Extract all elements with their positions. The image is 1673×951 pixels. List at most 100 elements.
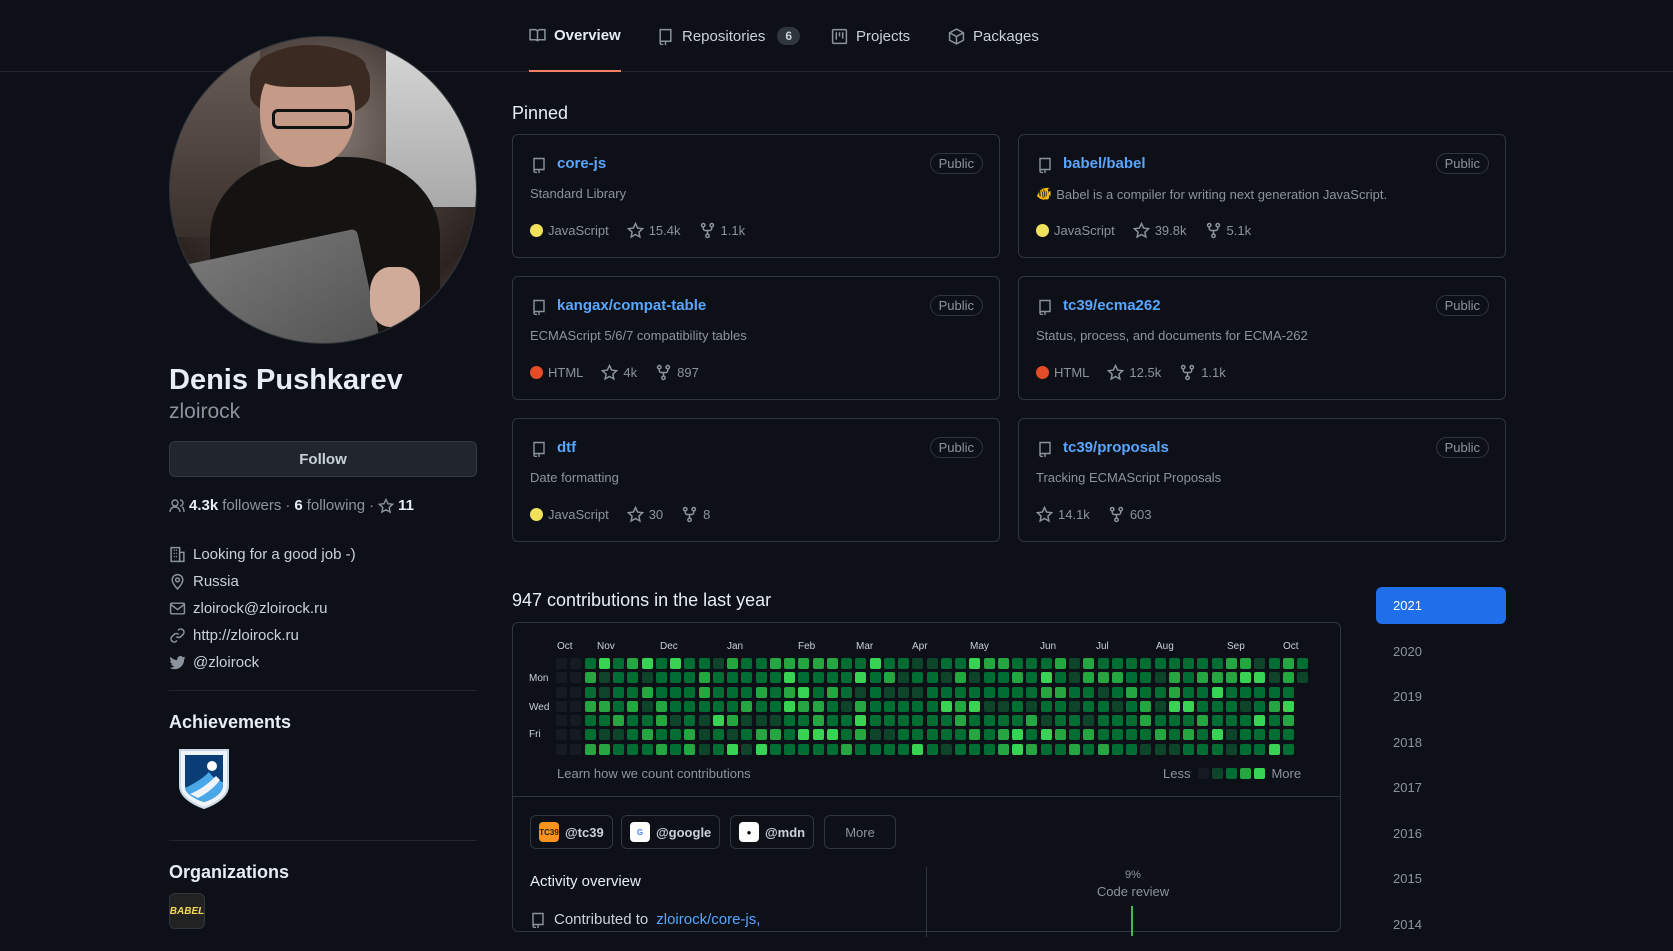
stars-link[interactable]: 12.5k	[1107, 364, 1161, 381]
contribution-day-cell[interactable]	[712, 658, 724, 669]
contribution-day-cell[interactable]	[798, 729, 810, 741]
stars-link[interactable]: 4k	[601, 364, 637, 381]
contribution-day-cell[interactable]	[570, 658, 582, 669]
contribution-day-cell[interactable]	[755, 715, 767, 726]
contribution-day-cell[interactable]	[698, 729, 710, 741]
contribution-day-cell[interactable]	[769, 658, 781, 669]
contribution-day-cell[interactable]	[1069, 715, 1080, 726]
contribution-day-cell[interactable]	[997, 729, 1009, 741]
contribution-day-cell[interactable]	[841, 700, 852, 712]
contribution-day-cell[interactable]	[784, 743, 795, 755]
contribution-day-cell[interactable]	[755, 729, 767, 741]
year-link-2014[interactable]: 2014	[1376, 906, 1506, 943]
contribution-day-cell[interactable]	[1268, 743, 1280, 755]
contribution-day-cell[interactable]	[741, 743, 753, 755]
contribution-day-cell[interactable]	[955, 658, 966, 669]
contribution-day-cell[interactable]	[1197, 700, 1209, 712]
contribution-day-cell[interactable]	[556, 700, 567, 712]
contribution-day-cell[interactable]	[584, 686, 596, 698]
contribution-day-cell[interactable]	[912, 729, 924, 741]
org-filter-chip[interactable]: G @google	[621, 815, 721, 849]
contribution-day-cell[interactable]	[769, 729, 781, 741]
contribution-day-cell[interactable]	[641, 715, 653, 726]
contribution-day-cell[interactable]	[1054, 715, 1066, 726]
contribution-day-cell[interactable]	[712, 686, 724, 698]
contribution-day-cell[interactable]	[1240, 686, 1251, 698]
contribution-day-cell[interactable]	[883, 715, 895, 726]
contribution-day-cell[interactable]	[784, 658, 795, 669]
contribution-day-cell[interactable]	[584, 729, 596, 741]
contribution-day-cell[interactable]	[983, 672, 995, 684]
contribution-day-cell[interactable]	[1140, 729, 1152, 741]
contribution-day-cell[interactable]	[869, 658, 881, 669]
contribution-day-cell[interactable]	[1268, 715, 1280, 726]
contribution-day-cell[interactable]	[1126, 686, 1137, 698]
contribution-day-cell[interactable]	[627, 672, 639, 684]
contribution-day-cell[interactable]	[1282, 715, 1294, 726]
contribution-day-cell[interactable]	[698, 715, 710, 726]
contribution-day-cell[interactable]	[798, 700, 810, 712]
contribution-day-cell[interactable]	[1197, 672, 1209, 684]
contribution-day-cell[interactable]	[1069, 658, 1080, 669]
forks-link[interactable]: 1.1k	[1179, 364, 1226, 381]
contribution-day-cell[interactable]	[712, 743, 724, 755]
contribution-day-cell[interactable]	[684, 658, 696, 669]
contribution-day-cell[interactable]	[712, 715, 724, 726]
contribution-day-cell[interactable]	[684, 743, 696, 755]
achievement-badge-icon[interactable]	[176, 746, 232, 810]
contribution-day-cell[interactable]	[798, 715, 810, 726]
contribution-day-cell[interactable]	[1111, 743, 1123, 755]
contribution-day-cell[interactable]	[841, 658, 852, 669]
year-link-2016[interactable]: 2016	[1376, 815, 1506, 852]
contribution-day-cell[interactable]	[1211, 715, 1223, 726]
contribution-day-cell[interactable]	[584, 672, 596, 684]
contribution-day-cell[interactable]	[1225, 672, 1237, 684]
contribution-day-cell[interactable]	[1083, 658, 1095, 669]
contribution-day-cell[interactable]	[826, 743, 838, 755]
contribution-day-cell[interactable]	[670, 715, 681, 726]
contribution-day-cell[interactable]	[798, 672, 810, 684]
contribution-day-cell[interactable]	[755, 743, 767, 755]
contribution-day-cell[interactable]	[584, 658, 596, 669]
year-link-2021[interactable]: 2021	[1376, 587, 1506, 624]
contribution-day-cell[interactable]	[883, 658, 895, 669]
contribution-day-cell[interactable]	[641, 686, 653, 698]
contribution-day-cell[interactable]	[741, 658, 753, 669]
tab-packages[interactable]: Packages	[948, 0, 1039, 72]
contribution-day-cell[interactable]	[1012, 743, 1023, 755]
contribution-day-cell[interactable]	[1140, 700, 1152, 712]
contribution-day-cell[interactable]	[655, 743, 667, 755]
forks-link[interactable]: 897	[655, 364, 699, 381]
following-link[interactable]: 6 following	[294, 497, 365, 514]
contribution-day-cell[interactable]	[912, 700, 924, 712]
contribution-day-cell[interactable]	[883, 743, 895, 755]
year-link-2020[interactable]: 2020	[1376, 633, 1506, 670]
contribution-day-cell[interactable]	[898, 686, 909, 698]
contribution-day-cell[interactable]	[1012, 686, 1023, 698]
contribution-day-cell[interactable]	[826, 686, 838, 698]
contribution-day-cell[interactable]	[1282, 658, 1294, 669]
contribution-day-cell[interactable]	[1268, 672, 1280, 684]
contribution-day-cell[interactable]	[898, 743, 909, 755]
contribution-day-cell[interactable]	[1126, 729, 1137, 741]
contribution-day-cell[interactable]	[926, 672, 938, 684]
contribution-day-cell[interactable]	[727, 658, 738, 669]
tab-repositories[interactable]: Repositories 6	[657, 0, 801, 72]
contribution-day-cell[interactable]	[784, 700, 795, 712]
contribution-day-cell[interactable]	[570, 672, 582, 684]
contribution-day-cell[interactable]	[1054, 686, 1066, 698]
contribution-day-cell[interactable]	[769, 700, 781, 712]
contribution-day-cell[interactable]	[556, 729, 567, 741]
year-link-2015[interactable]: 2015	[1376, 860, 1506, 897]
contribution-day-cell[interactable]	[798, 743, 810, 755]
contribution-day-cell[interactable]	[584, 715, 596, 726]
contribution-day-cell[interactable]	[1297, 672, 1308, 684]
contribution-day-cell[interactable]	[1183, 743, 1194, 755]
contribution-day-cell[interactable]	[1126, 700, 1137, 712]
contribution-day-cell[interactable]	[812, 700, 824, 712]
contribution-day-cell[interactable]	[698, 686, 710, 698]
contribution-day-cell[interactable]	[1168, 715, 1180, 726]
stars-link[interactable]: 11	[378, 497, 414, 514]
contribution-day-cell[interactable]	[598, 715, 610, 726]
contribution-day-cell[interactable]	[727, 672, 738, 684]
